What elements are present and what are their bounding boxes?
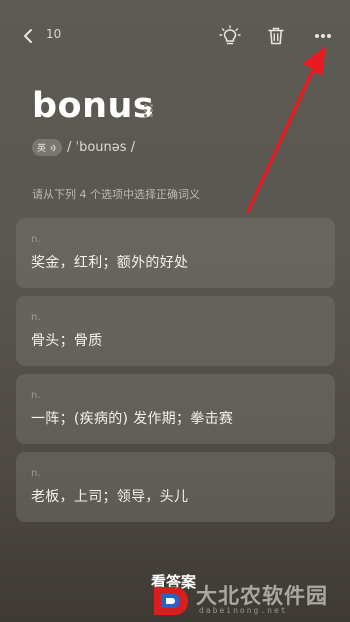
option-pos: n. [31,234,41,245]
option-pos: n. [31,390,41,401]
word-title: bonus [32,86,155,126]
more-button[interactable] [309,22,337,50]
trash-icon [268,27,284,45]
hint-button[interactable] [216,22,244,50]
lightbulb-icon [219,25,241,45]
option-meaning: 奖金，红利；额外的好处 [31,255,189,271]
watermark-logo [154,587,188,615]
instruction-text: 请从下列 4 个选项中选择正确词义 [32,188,200,201]
word-menu-handle[interactable] [144,104,154,118]
word-count: 10 [46,27,62,41]
chevron-left-icon [24,29,32,43]
back-button[interactable] [14,22,42,50]
option-pos: n. [31,312,41,323]
top-bar: 10 [0,0,350,70]
option-card-1[interactable]: n. 奖金，红利；额外的好处 [16,218,335,288]
pronounce-button[interactable]: 英 [32,139,63,156]
watermark-url: dabeinong.net [199,606,288,615]
option-meaning: 骨头；骨质 [31,333,103,349]
more-horizontal-icon [315,34,331,38]
phonetic-row: 英 / ˈbounəs / [32,139,135,156]
option-meaning: 一阵；(疾病的) 发作期；拳击赛 [31,411,234,427]
speaker-icon [50,144,56,151]
accent-label: 英 [37,144,47,154]
option-card-4[interactable]: n. 老板，上司；领导，头儿 [16,452,335,522]
option-meaning: 老板，上司；领导，头儿 [31,489,189,505]
option-card-3[interactable]: n. 一阵；(疾病的) 发作期；拳击赛 [16,374,335,444]
delete-button[interactable] [262,22,290,50]
option-card-2[interactable]: n. 骨头；骨质 [16,296,335,366]
option-pos: n. [31,468,41,479]
phonetic-text: / ˈbounəs / [67,140,136,155]
